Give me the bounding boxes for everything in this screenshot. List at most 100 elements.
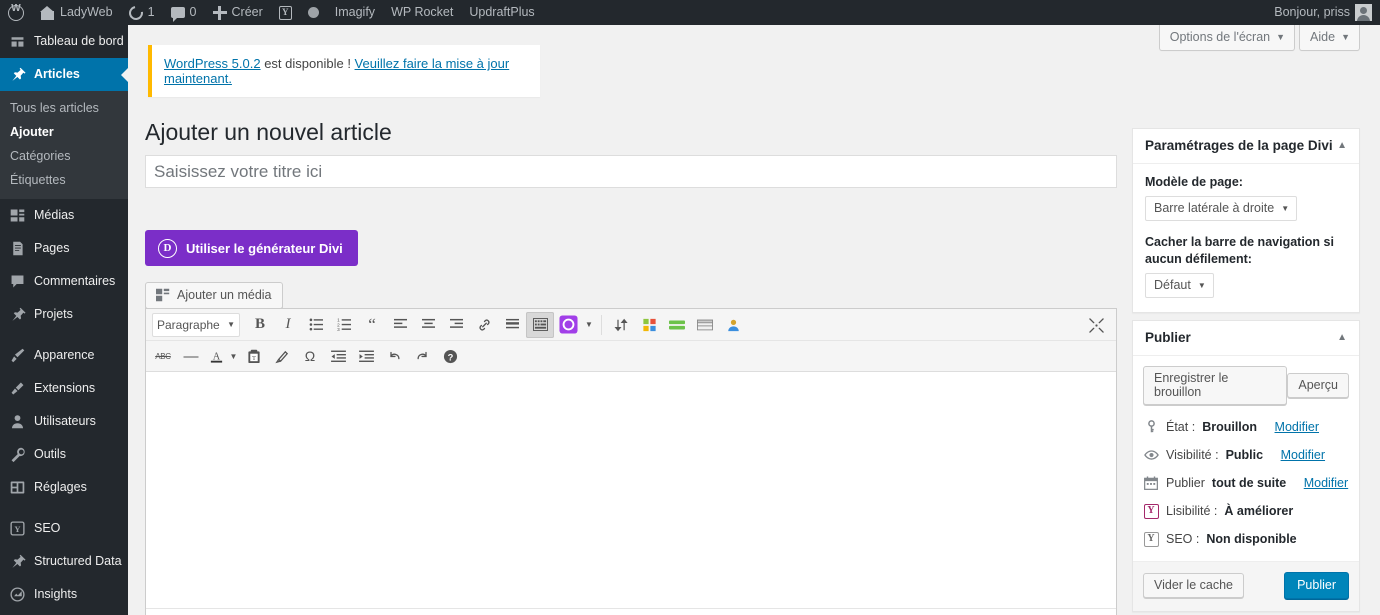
- hide-nav-label: Cacher la barre de navigation si aucun d…: [1145, 235, 1334, 266]
- sidebar-item-related-posts[interactable]: Related Posts: [0, 611, 128, 615]
- green-bar-icon[interactable]: [663, 312, 691, 338]
- post-editor: Paragraphe ▼ B I 123 “ ▼ ABC — A ▼ T Ω ?: [145, 308, 1117, 615]
- bulleted-list-icon[interactable]: [302, 312, 330, 338]
- bold-icon[interactable]: B: [246, 312, 274, 338]
- align-right-icon[interactable]: [442, 312, 470, 338]
- post-visibility-edit-link[interactable]: Modifier: [1281, 447, 1325, 463]
- text-color-chevron-down-icon[interactable]: ▼: [227, 343, 240, 369]
- decrease-indent-icon[interactable]: [324, 343, 352, 369]
- sidebar-item-seo[interactable]: Y SEO: [0, 512, 128, 545]
- sidebar-item-structured-data[interactable]: Structured Data: [0, 545, 128, 578]
- chevron-up-icon[interactable]: ▲: [1337, 140, 1347, 151]
- sidebar-subitem-ajouter[interactable]: Ajouter: [0, 120, 128, 144]
- admin-bar-status-dot[interactable]: [300, 0, 327, 25]
- eye-icon: [1143, 449, 1159, 461]
- clear-formatting-icon[interactable]: [268, 343, 296, 369]
- admin-bar-yoast[interactable]: Y: [271, 0, 300, 25]
- sidebar-item-apparence[interactable]: Apparence: [0, 339, 128, 372]
- sidebar-item-tableau-de-bord[interactable]: Tableau de bord: [0, 25, 128, 58]
- toolbar-toggle-icon[interactable]: [526, 311, 554, 338]
- page-template-select[interactable]: Barre latérale à droite ▼: [1145, 196, 1298, 221]
- user-profile-icon[interactable]: [719, 312, 747, 338]
- pin-icon: [9, 306, 26, 323]
- sidebar-item-insights[interactable]: Insights: [0, 578, 128, 611]
- divi-dropdown-chevron-down-icon[interactable]: ▼: [582, 312, 596, 338]
- sidebar-subitem-categories[interactable]: Catégories: [0, 144, 128, 168]
- align-left-icon[interactable]: [386, 312, 414, 338]
- admin-bar-site-name[interactable]: LadyWeb: [32, 0, 121, 25]
- brush-icon: [9, 347, 26, 364]
- paste-as-text-icon[interactable]: T: [240, 343, 268, 369]
- screen-options-label: Options de l'écran: [1169, 30, 1271, 44]
- keyboard-shortcuts-icon[interactable]: ?: [436, 343, 464, 369]
- readability-row: Y Lisibilité : À améliorer: [1143, 499, 1349, 527]
- post-schedule-row: Publier tout de suite Modifier: [1143, 471, 1349, 499]
- strikethrough-icon[interactable]: ABC: [149, 343, 177, 369]
- text-color-icon[interactable]: A: [205, 343, 227, 369]
- hide-nav-select[interactable]: Défaut ▼: [1145, 273, 1214, 298]
- settings-icon: [9, 479, 26, 496]
- editor-toolbar: Paragraphe ▼ B I 123 “ ▼ ABC — A ▼ T Ω ?: [146, 309, 1116, 372]
- add-media-button[interactable]: Ajouter un média: [145, 282, 283, 309]
- save-draft-button[interactable]: Enregistrer le brouillon: [1143, 366, 1288, 405]
- admin-bar-updraftplus[interactable]: UpdraftPlus: [461, 0, 542, 25]
- numbered-list-icon[interactable]: 123: [330, 312, 358, 338]
- sidebar-item-projets[interactable]: Projets: [0, 298, 128, 331]
- redo-icon[interactable]: [408, 343, 436, 369]
- divi-panel-header[interactable]: Paramétrages de la page Divi ▲: [1133, 129, 1359, 164]
- sidebar-item-pages[interactable]: Pages: [0, 232, 128, 265]
- use-divi-builder-button[interactable]: D Utiliser le générateur Divi: [145, 230, 358, 266]
- post-title-input[interactable]: [145, 155, 1117, 188]
- admin-bar-greeting: Bonjour, priss: [1274, 5, 1350, 19]
- admin-bar-comments[interactable]: 0: [163, 0, 205, 25]
- divi-module-icon[interactable]: [554, 312, 582, 338]
- fullscreen-toggle-icon[interactable]: [1084, 313, 1108, 337]
- post-status-edit-link[interactable]: Modifier: [1275, 419, 1319, 435]
- sidebar-item-medias[interactable]: Médias: [0, 199, 128, 232]
- editor-content-area[interactable]: [146, 372, 1116, 608]
- publish-panel-header[interactable]: Publier ▲: [1133, 321, 1359, 356]
- align-center-icon[interactable]: [414, 312, 442, 338]
- help-button[interactable]: Aide ▼: [1299, 25, 1360, 51]
- notice-version-link[interactable]: WordPress 5.0.2: [164, 56, 261, 71]
- admin-bar-updates[interactable]: 1: [121, 0, 163, 25]
- read-more-icon[interactable]: [498, 312, 526, 338]
- insert-link-icon[interactable]: [470, 312, 498, 338]
- increase-indent-icon[interactable]: [352, 343, 380, 369]
- sidebar-item-commentaires[interactable]: Commentaires: [0, 265, 128, 298]
- admin-bar-wordpress-logo[interactable]: [0, 0, 32, 25]
- post-visibility-row: Visibilité : Public Modifier: [1143, 443, 1349, 471]
- chevron-down-icon: ▼: [1341, 31, 1350, 42]
- admin-bar-my-account[interactable]: Bonjour, priss: [1266, 0, 1380, 25]
- sidebar-label-structured-data: Structured Data: [34, 554, 122, 569]
- sidebar-label-utilisateurs: Utilisateurs: [34, 414, 96, 429]
- sidebar-subitem-etiquettes[interactable]: Étiquettes: [0, 168, 128, 192]
- sidebar-item-utilisateurs[interactable]: Utilisateurs: [0, 405, 128, 438]
- color-blocks-icon[interactable]: [635, 312, 663, 338]
- publish-button[interactable]: Publier: [1284, 572, 1349, 599]
- horizontal-rule-icon[interactable]: —: [177, 343, 205, 369]
- sidebar-item-articles[interactable]: Articles: [0, 58, 128, 91]
- special-character-icon[interactable]: Ω: [296, 343, 324, 369]
- compare-arrows-icon[interactable]: [607, 312, 635, 338]
- blockquote-icon[interactable]: “: [358, 312, 386, 338]
- sidebar-subitem-tous-les-articles[interactable]: Tous les articles: [0, 96, 128, 120]
- publish-panel-footer: Vider le cache Publier: [1133, 561, 1359, 611]
- admin-bar-imagify[interactable]: Imagify: [327, 0, 383, 25]
- sidebar-label-apparence: Apparence: [34, 348, 95, 363]
- clear-cache-button[interactable]: Vider le cache: [1143, 573, 1244, 598]
- preview-button[interactable]: Aperçu: [1287, 373, 1349, 398]
- admin-bar-wp-rocket[interactable]: WP Rocket: [383, 0, 461, 25]
- chevron-up-icon[interactable]: ▲: [1337, 332, 1347, 343]
- undo-icon[interactable]: [380, 343, 408, 369]
- admin-bar-new-content[interactable]: Créer: [205, 0, 271, 25]
- sidebar-item-extensions[interactable]: Extensions: [0, 372, 128, 405]
- post-schedule-edit-link[interactable]: Modifier: [1304, 475, 1348, 491]
- sidebar-item-outils[interactable]: Outils: [0, 438, 128, 471]
- screen-options-button[interactable]: Options de l'écran ▼: [1158, 25, 1296, 51]
- paragraph-format-select[interactable]: Paragraphe ▼: [152, 312, 240, 337]
- sidebar-item-reglages[interactable]: Réglages: [0, 471, 128, 504]
- insights-icon: [9, 586, 26, 603]
- italic-icon[interactable]: I: [274, 312, 302, 338]
- table-icon[interactable]: [691, 312, 719, 338]
